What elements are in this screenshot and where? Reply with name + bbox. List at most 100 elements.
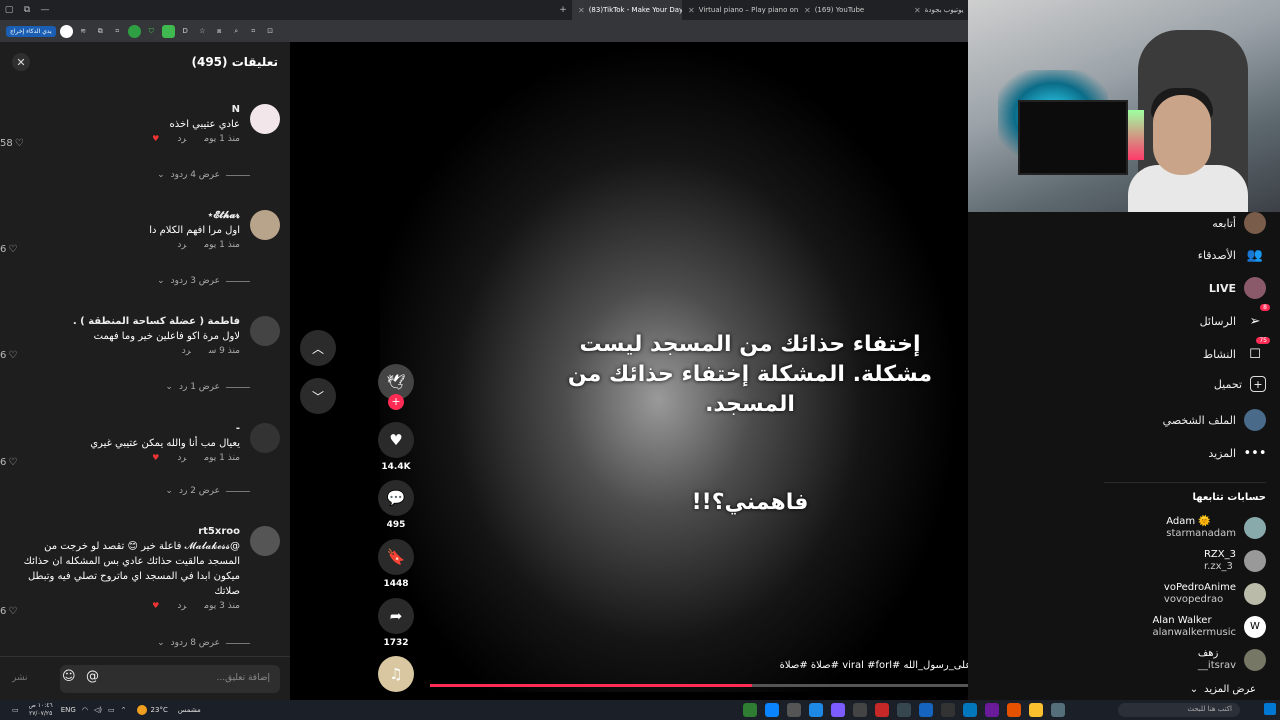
minimize-icon[interactable]: — — [36, 5, 54, 15]
app-icon[interactable] — [940, 703, 955, 717]
view-replies-button[interactable]: عرض 3 ردود ⌄ — [157, 276, 250, 286]
share-button[interactable]: ➦ 1732 — [376, 598, 416, 648]
star-icon[interactable]: ☆ — [196, 25, 209, 38]
follow-plus-icon[interactable]: + — [388, 394, 404, 410]
previous-video-button[interactable]: ︿ — [300, 330, 336, 366]
nav-following[interactable]: أتابعه — [1212, 212, 1266, 234]
app-icon[interactable] — [984, 703, 999, 717]
app-icon[interactable] — [786, 703, 801, 717]
cast-icon[interactable]: ⊡ — [264, 25, 277, 38]
windows-start-icon[interactable] — [1264, 703, 1276, 715]
app-icon[interactable] — [1028, 703, 1043, 717]
show-more-button[interactable]: عرض المزيد ⌄ — [1190, 684, 1256, 695]
extension-icon[interactable]: D — [179, 25, 192, 38]
avatar[interactable] — [250, 210, 280, 240]
clock[interactable]: ١٠:٤٦ ص ٢٧/٠٧/٢٥ — [29, 702, 53, 718]
app-icon[interactable] — [830, 703, 845, 717]
tab-piano[interactable]: ✕ Virtual piano – Play piano onli — [682, 0, 798, 20]
app-icon[interactable] — [742, 703, 757, 717]
comment-username[interactable]: فاطمة ( عضلة كساحة المنطقة ) . — [40, 316, 240, 327]
zoom-icon[interactable]: ⌕ — [230, 25, 243, 38]
taskbar-search[interactable]: اكتب هنا للبحث — [1118, 703, 1240, 717]
app-icon[interactable] — [808, 703, 823, 717]
nav-live[interactable]: LIVE — [1209, 277, 1266, 299]
close-tab-icon[interactable]: ✕ — [804, 6, 811, 15]
language-indicator[interactable]: ENG — [61, 706, 76, 714]
close-tab-icon[interactable]: ✕ — [578, 6, 585, 15]
extension-icon[interactable]: ⌗ — [247, 25, 260, 38]
avatar[interactable] — [250, 423, 280, 453]
following-account[interactable]: W Alan Walker alanwalkermusic — [1152, 615, 1266, 639]
like-video-button[interactable]: ♥ 14.4K — [376, 422, 416, 472]
like-button[interactable]: 58 ♡ — [0, 138, 24, 149]
tray-chevron-icon[interactable]: ⌃ — [121, 706, 127, 714]
following-account[interactable]: RZX_3 r.zx_3 — [1204, 549, 1266, 573]
new-tab-button[interactable]: + — [554, 5, 572, 15]
app-icon[interactable] — [764, 703, 779, 717]
comment-username[interactable]: 𝓔𝓽𝓱𝓪𝓻⋆ — [40, 210, 240, 221]
following-account[interactable]: Adam 🌞 starmanadam — [1166, 516, 1266, 540]
like-button[interactable]: 6 ♡ — [0, 606, 17, 617]
comment-username[interactable]: - — [40, 423, 240, 434]
battery-icon[interactable]: ▭ — [108, 706, 115, 714]
reply-link[interactable]: رد — [177, 134, 186, 144]
volume-icon[interactable]: ◁) — [94, 706, 102, 714]
mention-icon[interactable]: @ — [86, 669, 99, 684]
post-button[interactable]: نشر — [12, 673, 28, 683]
comment-username[interactable]: rt5xroo — [10, 526, 240, 537]
comments-button[interactable]: 💬 495 — [376, 480, 416, 530]
avatar[interactable] — [250, 316, 280, 346]
tab-youtube-2[interactable]: ✕ يوتيوب بجودة — [908, 0, 968, 20]
app-icon[interactable] — [896, 703, 911, 717]
tab-tiktok[interactable]: ✕ (83)TikTok - Make Your Day — [572, 0, 682, 20]
avatar[interactable] — [250, 104, 280, 134]
nav-upload[interactable]: + تحميل — [1214, 376, 1266, 392]
weather-temp[interactable]: 23°C — [151, 706, 168, 714]
extension-icon[interactable]: ⌗ — [111, 25, 124, 38]
nav-more[interactable]: ••• المزيد — [1208, 442, 1266, 464]
tab-youtube[interactable]: ✕ (169) YouTube — [798, 0, 908, 20]
nav-messages[interactable]: ➢ 8 الرسائل — [1200, 304, 1270, 332]
extension-icon[interactable] — [59, 24, 73, 38]
like-button[interactable]: 6 ♡ — [0, 457, 17, 468]
next-video-button[interactable]: ﹀ — [300, 378, 336, 414]
notification-icon[interactable]: ▭ — [12, 706, 19, 714]
close-tab-icon[interactable]: ✕ — [914, 6, 921, 15]
app-icon[interactable] — [874, 703, 889, 717]
extension-icon[interactable]: ⧈ — [213, 25, 226, 38]
shield-icon[interactable]: ⛉ — [145, 25, 158, 38]
app-icon[interactable] — [852, 703, 867, 717]
avatar[interactable] — [250, 526, 280, 556]
tab-search-icon[interactable]: ⧉ — [18, 5, 36, 15]
close-tab-icon[interactable]: ✕ — [688, 6, 695, 15]
save-button[interactable]: 🔖 1448 — [376, 539, 416, 589]
close-icon[interactable]: ✕ — [12, 53, 30, 71]
music-disc-button[interactable]: ♫ — [376, 656, 416, 692]
following-account[interactable]: زهف __itsrav — [1198, 648, 1266, 672]
window-menu-icon[interactable]: ▢ — [0, 5, 18, 15]
nav-profile[interactable]: الملف الشخصي — [1163, 409, 1266, 431]
extension-icon[interactable] — [161, 24, 175, 38]
emoji-icon[interactable]: ☺ — [62, 669, 76, 684]
like-button[interactable]: 6 ♡ — [0, 244, 17, 255]
view-replies-button[interactable]: عرض 4 ردود ⌄ — [157, 170, 250, 180]
extension-icon[interactable]: ≋ — [77, 25, 90, 38]
extension-icon[interactable]: ⧉ — [94, 25, 107, 38]
nav-friends[interactable]: 👥 الأصدقاء — [1198, 244, 1266, 266]
video-progress-bar[interactable] — [430, 684, 1050, 687]
view-replies-button[interactable]: عرض 1 رد ⌄ — [165, 382, 250, 392]
comment-username[interactable]: N — [40, 104, 240, 115]
reply-link[interactable]: رد — [177, 601, 186, 611]
following-account[interactable]: voPedroAnime vovopedrao — [1164, 582, 1266, 606]
reply-link[interactable]: رد — [177, 240, 186, 250]
wifi-icon[interactable]: ◠ — [82, 706, 88, 714]
reply-link[interactable]: رد — [182, 346, 191, 356]
nav-activity[interactable]: ☐ 75 النشاط — [1203, 337, 1270, 365]
extension-button[interactable]: يدي الدكاء إخراج — [6, 25, 56, 37]
like-button[interactable]: 6 ♡ — [0, 350, 17, 361]
app-icon[interactable] — [1006, 703, 1021, 717]
view-replies-button[interactable]: عرض 2 رد ⌄ — [165, 486, 250, 496]
extension-icon[interactable] — [127, 24, 141, 38]
app-icon[interactable] — [918, 703, 933, 717]
app-icon[interactable] — [962, 703, 977, 717]
